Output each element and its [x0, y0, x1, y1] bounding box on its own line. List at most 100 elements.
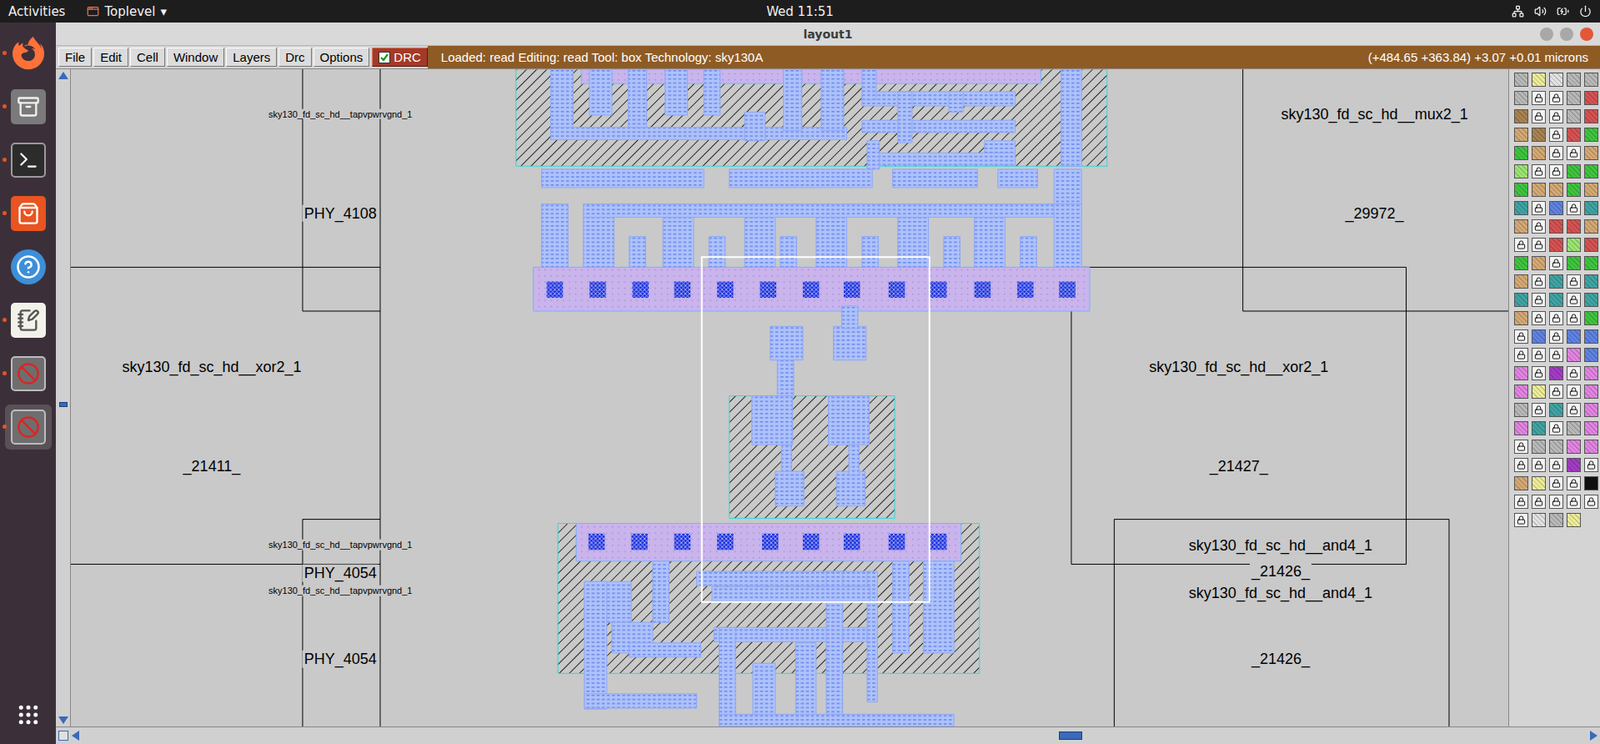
layer-swatch[interactable]: [1584, 384, 1599, 399]
volume-icon[interactable]: [1534, 5, 1547, 18]
layer-swatch[interactable]: [1566, 439, 1581, 454]
dock-item[interactable]: [5, 137, 52, 183]
layer-swatch[interactable]: [1584, 164, 1599, 179]
layer-swatch[interactable]: [1566, 145, 1581, 161]
layer-swatch[interactable]: [1549, 164, 1564, 179]
layer-swatch[interactable]: [1514, 476, 1529, 491]
drc-checkbox[interactable]: [378, 51, 391, 64]
layer-swatch[interactable]: [1549, 145, 1564, 161]
layer-swatch[interactable]: [1566, 109, 1581, 124]
layer-swatch[interactable]: [1531, 366, 1546, 381]
layer-swatch[interactable]: [1566, 310, 1581, 326]
layer-swatch[interactable]: [1549, 457, 1564, 472]
dock-item[interactable]: [5, 84, 52, 130]
layer-swatch[interactable]: [1514, 219, 1529, 234]
dock-item[interactable]: [5, 351, 52, 397]
layer-swatch[interactable]: [1531, 512, 1546, 527]
layer-swatch[interactable]: [1566, 72, 1581, 87]
layer-swatch[interactable]: [1531, 384, 1546, 399]
close-button[interactable]: [1579, 27, 1594, 41]
layer-swatch[interactable]: [1584, 310, 1599, 326]
layer-swatch[interactable]: [1531, 292, 1546, 307]
layer-swatch[interactable]: [1584, 366, 1599, 381]
scroll-thumb[interactable]: [1058, 731, 1083, 740]
layout-drawing[interactable]: [70, 69, 1509, 727]
layer-swatch[interactable]: [1531, 127, 1546, 142]
menu-button[interactable]: Window: [166, 47, 225, 67]
layer-swatch[interactable]: [1531, 72, 1546, 87]
layer-swatch[interactable]: [1584, 457, 1599, 472]
layer-swatch[interactable]: [1531, 109, 1546, 124]
scroll-right-icon[interactable]: [1589, 730, 1598, 741]
layer-swatch[interactable]: [1566, 255, 1581, 271]
layer-swatch[interactable]: [1549, 182, 1564, 197]
layer-swatch[interactable]: [1531, 310, 1546, 326]
layer-swatch[interactable]: [1514, 90, 1529, 106]
minimize-button[interactable]: [1539, 27, 1554, 41]
layer-swatch[interactable]: [1514, 292, 1529, 307]
scroll-thumb[interactable]: [59, 401, 68, 407]
layer-swatch[interactable]: [1566, 237, 1581, 252]
layer-swatch[interactable]: [1514, 439, 1529, 454]
layer-swatch[interactable]: [1584, 347, 1599, 362]
layer-swatch[interactable]: [1549, 90, 1564, 106]
layer-swatch[interactable]: [1584, 421, 1599, 436]
layer-swatch[interactable]: [1514, 494, 1529, 509]
layer-swatch[interactable]: [1566, 384, 1581, 399]
layer-swatch[interactable]: [1531, 439, 1546, 454]
layer-swatch[interactable]: [1566, 347, 1581, 362]
layer-swatch[interactable]: [1531, 402, 1546, 417]
layer-swatch[interactable]: [1566, 329, 1581, 344]
layer-swatch[interactable]: [1514, 329, 1529, 344]
layer-swatch[interactable]: [1514, 384, 1529, 399]
layer-swatch[interactable]: [1566, 402, 1581, 417]
scroll-up-icon[interactable]: [58, 71, 69, 80]
menu-button[interactable]: Drc: [278, 47, 311, 67]
layer-swatch[interactable]: [1549, 310, 1564, 326]
layer-swatch[interactable]: [1549, 421, 1564, 436]
horizontal-scrollbar[interactable]: [55, 726, 1600, 744]
layer-swatch[interactable]: [1584, 476, 1599, 491]
dock-item[interactable]: [5, 190, 52, 236]
selection-box[interactable]: [702, 256, 930, 602]
dock-item[interactable]: [5, 244, 52, 290]
dock-item[interactable]: [5, 30, 52, 76]
layer-swatch[interactable]: [1566, 457, 1581, 472]
layer-swatch[interactable]: [1584, 109, 1599, 124]
menu-button[interactable]: Edit: [93, 47, 129, 67]
maximize-button[interactable]: [1559, 27, 1574, 41]
layer-swatch[interactable]: [1549, 439, 1564, 454]
layer-swatch[interactable]: [1514, 366, 1529, 381]
layer-swatch[interactable]: [1531, 200, 1546, 216]
layer-swatch[interactable]: [1549, 109, 1564, 124]
layer-swatch[interactable]: [1514, 402, 1529, 417]
layer-swatch[interactable]: [1549, 255, 1564, 271]
layer-swatch[interactable]: [1549, 219, 1564, 234]
app-menu[interactable]: Toplevel▾: [86, 4, 167, 20]
layer-swatch[interactable]: [1549, 72, 1564, 87]
layer-swatch[interactable]: [1514, 512, 1529, 527]
layer-swatch[interactable]: [1566, 366, 1581, 381]
layer-swatch[interactable]: [1549, 402, 1564, 417]
layout-canvas[interactable]: sky130_fd_sc_hd__tapvpwrvgnd_1PHY_4108sk…: [70, 69, 1509, 727]
layer-swatch[interactable]: [1549, 292, 1564, 307]
layer-swatch[interactable]: [1549, 329, 1564, 344]
layer-swatch[interactable]: [1549, 366, 1564, 381]
layer-swatch[interactable]: [1566, 200, 1581, 216]
layer-swatch[interactable]: [1514, 164, 1529, 179]
layer-swatch[interactable]: [1531, 255, 1546, 271]
layer-swatch[interactable]: [1514, 237, 1529, 252]
layer-swatch[interactable]: [1584, 90, 1599, 106]
layer-swatch[interactable]: [1514, 145, 1529, 161]
clock[interactable]: Wed 11:51: [766, 4, 834, 20]
layer-swatch[interactable]: [1531, 182, 1546, 197]
dock-item[interactable]: [5, 404, 52, 450]
layer-swatch[interactable]: [1514, 347, 1529, 362]
layer-swatch[interactable]: [1584, 329, 1599, 344]
layer-swatch[interactable]: [1549, 384, 1564, 399]
power-icon[interactable]: [1579, 5, 1592, 18]
layer-swatch[interactable]: [1531, 145, 1546, 161]
scroll-left-icon[interactable]: [71, 730, 80, 741]
layer-swatch[interactable]: [1566, 512, 1581, 527]
layer-swatch[interactable]: [1514, 457, 1529, 472]
